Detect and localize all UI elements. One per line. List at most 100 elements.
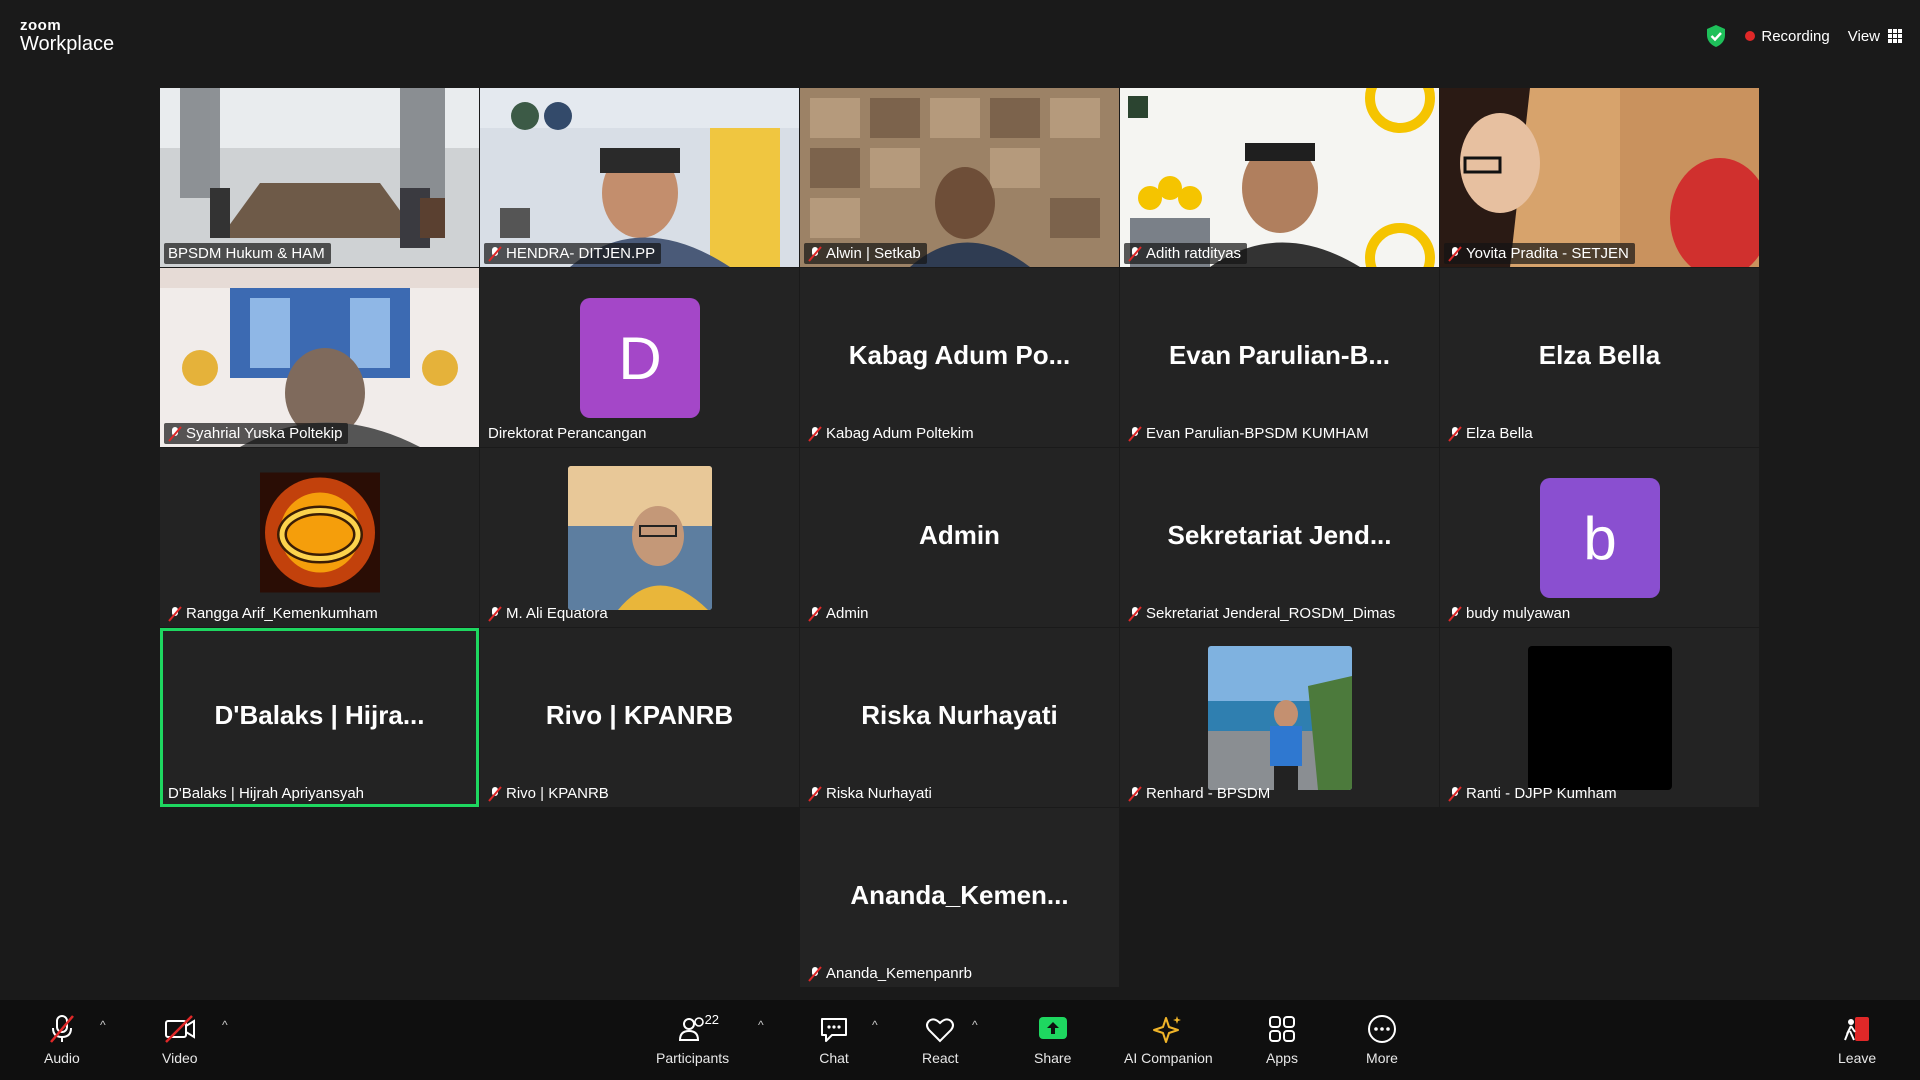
participant-tile[interactable]: Riska Nurhayati Riska Nurhayati bbox=[800, 628, 1119, 807]
participant-tile[interactable]: Yovita Pradita - SETJEN bbox=[1440, 88, 1759, 267]
participant-name: Admin bbox=[826, 605, 869, 622]
participants-options-chevron-icon[interactable]: ^ bbox=[758, 1018, 764, 1032]
participant-display-name: Riska Nurhayati bbox=[861, 700, 1058, 730]
participants-count: 22 bbox=[704, 1012, 720, 1027]
participant-name: Syahrial Yuska Poltekip bbox=[186, 425, 343, 442]
muted-mic-icon bbox=[808, 965, 822, 982]
ai-companion-label: AI Companion bbox=[1124, 1050, 1213, 1066]
room-video-feed bbox=[160, 88, 479, 267]
participant-name-tag: Direktorat Perancangan bbox=[484, 423, 652, 444]
participant-tile[interactable]: Ranti - DJPP Kumham bbox=[1440, 628, 1759, 807]
participant-name-tag: Renhard - BPSDM bbox=[1124, 783, 1276, 804]
participant-name-tag: Sekretariat Jenderal_ROSDM_Dimas bbox=[1124, 603, 1401, 624]
participant-tile[interactable]: HENDRA- DITJEN.PP bbox=[480, 88, 799, 267]
avatar: D bbox=[580, 298, 700, 418]
share-label: Share bbox=[1034, 1050, 1072, 1066]
chat-label: Chat bbox=[819, 1050, 849, 1066]
ai-companion-button[interactable]: AI Companion bbox=[1124, 1014, 1213, 1066]
more-dots-icon bbox=[1368, 1015, 1396, 1043]
chat-options-chevron-icon[interactable]: ^ bbox=[872, 1018, 878, 1032]
video-gallery: BPSDM Hukum & HAM HENDRA- DITJEN.PP Alwi… bbox=[0, 0, 1920, 1000]
muted-mic-icon bbox=[1128, 425, 1142, 442]
participant-name-tag: Ananda_Kemenpanrb bbox=[804, 963, 978, 984]
react-options-chevron-icon[interactable]: ^ bbox=[972, 1018, 978, 1032]
avatar: b bbox=[1540, 478, 1660, 598]
participant-display-name: Kabag Adum Po... bbox=[848, 340, 1071, 370]
video-label: Video bbox=[162, 1050, 198, 1066]
participant-tile[interactable]: Rangga Arif_Kemenkumham bbox=[160, 448, 479, 627]
participant-name-tag: Evan Parulian-BPSDM KUMHAM bbox=[1124, 423, 1375, 444]
participant-tile[interactable]: M. Ali Equatora bbox=[480, 448, 799, 627]
audio-options-chevron-icon[interactable]: ^ bbox=[100, 1018, 106, 1032]
more-button[interactable]: More bbox=[1366, 1014, 1398, 1066]
participant-name-tag: budy mulyawan bbox=[1444, 603, 1576, 624]
leave-label: Leave bbox=[1838, 1050, 1877, 1066]
profile-photo bbox=[260, 472, 380, 593]
muted-mic-icon bbox=[1128, 245, 1142, 262]
chat-bubble-icon bbox=[821, 1018, 847, 1042]
participant-tile[interactable]: BPSDM Hukum & HAM bbox=[160, 88, 479, 267]
participant-tile[interactable]: Alwin | Setkab bbox=[800, 88, 1119, 267]
muted-mic-icon bbox=[1448, 245, 1462, 262]
participant-name-tag: Syahrial Yuska Poltekip bbox=[164, 423, 349, 444]
apps-grid-icon bbox=[1269, 1016, 1295, 1042]
participant-name: M. Ali Equatora bbox=[506, 605, 608, 622]
participant-name-tag: Rivo | KPANRB bbox=[484, 783, 615, 804]
participant-display-name: Ananda_Kemen... bbox=[850, 880, 1069, 910]
participant-video-feed bbox=[480, 88, 799, 267]
participant-tile[interactable]: Syahrial Yuska Poltekip bbox=[160, 268, 479, 447]
participant-tile[interactable]: Kabag Adum Po... Kabag Adum Poltekim bbox=[800, 268, 1119, 447]
react-button[interactable]: React bbox=[922, 1014, 959, 1066]
participant-name-tag: Ranti - DJPP Kumham bbox=[1444, 783, 1623, 804]
participant-name: Evan Parulian-BPSDM KUMHAM bbox=[1146, 425, 1369, 442]
heart-react-icon bbox=[926, 1018, 955, 1043]
participant-name: Elza Bella bbox=[1466, 425, 1533, 442]
participant-name: HENDRA- DITJEN.PP bbox=[506, 245, 656, 262]
participants-label: Participants bbox=[656, 1050, 730, 1066]
participant-name-tag: M. Ali Equatora bbox=[484, 603, 614, 624]
meeting-toolbar: Audio ^ Video ^ 22 Participants ^ Chat ^ bbox=[0, 1000, 1920, 1080]
muted-mic-icon bbox=[1128, 605, 1142, 622]
participant-tile[interactable]: Evan Parulian-B... Evan Parulian-BPSDM K… bbox=[1120, 268, 1439, 447]
participant-name: Ranti - DJPP Kumham bbox=[1466, 785, 1617, 802]
participant-display-name: Admin bbox=[919, 520, 1000, 550]
video-button[interactable]: Video bbox=[162, 1014, 198, 1066]
participant-tile[interactable]: b budy mulyawan bbox=[1440, 448, 1759, 627]
share-screen-icon bbox=[1038, 1017, 1067, 1039]
participant-name: Rivo | KPANRB bbox=[506, 785, 609, 802]
audio-label: Audio bbox=[44, 1050, 80, 1066]
participant-name: budy mulyawan bbox=[1466, 605, 1571, 622]
share-button[interactable]: Share bbox=[1034, 1014, 1071, 1066]
participant-name-tag: Riska Nurhayati bbox=[804, 783, 938, 804]
participant-name-tag: Elza Bella bbox=[1444, 423, 1539, 444]
muted-mic-icon bbox=[1448, 605, 1462, 622]
participant-display-name: Evan Parulian-B... bbox=[1168, 340, 1391, 370]
participant-tile[interactable]: Admin Admin bbox=[800, 448, 1119, 627]
audio-button[interactable]: Audio bbox=[44, 1014, 80, 1066]
participant-tile[interactable]: D Direktorat Perancangan bbox=[480, 268, 799, 447]
participant-name: Yovita Pradita - SETJEN bbox=[1466, 245, 1629, 262]
apps-button[interactable]: Apps bbox=[1266, 1014, 1298, 1066]
participant-tile[interactable]: Rivo | KPANRB Rivo | KPANRB bbox=[480, 628, 799, 807]
participant-name-tag: BPSDM Hukum & HAM bbox=[164, 243, 331, 264]
participant-name: Ananda_Kemenpanrb bbox=[826, 965, 972, 982]
sparkle-ai-icon bbox=[1153, 1016, 1182, 1043]
muted-mic-icon bbox=[1128, 785, 1142, 802]
participant-video-feed bbox=[1440, 88, 1759, 267]
profile-photo bbox=[1528, 646, 1672, 790]
muted-mic-icon bbox=[168, 605, 182, 622]
participant-tile[interactable]: Ananda_Kemen... Ananda_Kemenpanrb bbox=[800, 808, 1119, 987]
more-label: More bbox=[1366, 1050, 1398, 1066]
participant-tile[interactable]: Renhard - BPSDM bbox=[1120, 628, 1439, 807]
leave-button[interactable]: Leave bbox=[1838, 1014, 1876, 1066]
participant-name: Alwin | Setkab bbox=[826, 245, 921, 262]
participant-tile[interactable]: Sekretariat Jend... Sekretariat Jenderal… bbox=[1120, 448, 1439, 627]
participant-name: D'Balaks | Hijrah Apriyansyah bbox=[168, 785, 365, 802]
participants-button[interactable]: 22 Participants bbox=[656, 1012, 730, 1066]
muted-mic-icon bbox=[808, 605, 822, 622]
participant-tile[interactable]: Elza Bella Elza Bella bbox=[1440, 268, 1759, 447]
participant-tile[interactable]: Adith ratdityas bbox=[1120, 88, 1439, 267]
chat-button[interactable]: Chat bbox=[818, 1014, 850, 1066]
video-options-chevron-icon[interactable]: ^ bbox=[222, 1018, 228, 1032]
participant-tile-active-speaker[interactable]: D'Balaks | Hijra... D'Balaks | Hijrah Ap… bbox=[160, 628, 479, 807]
